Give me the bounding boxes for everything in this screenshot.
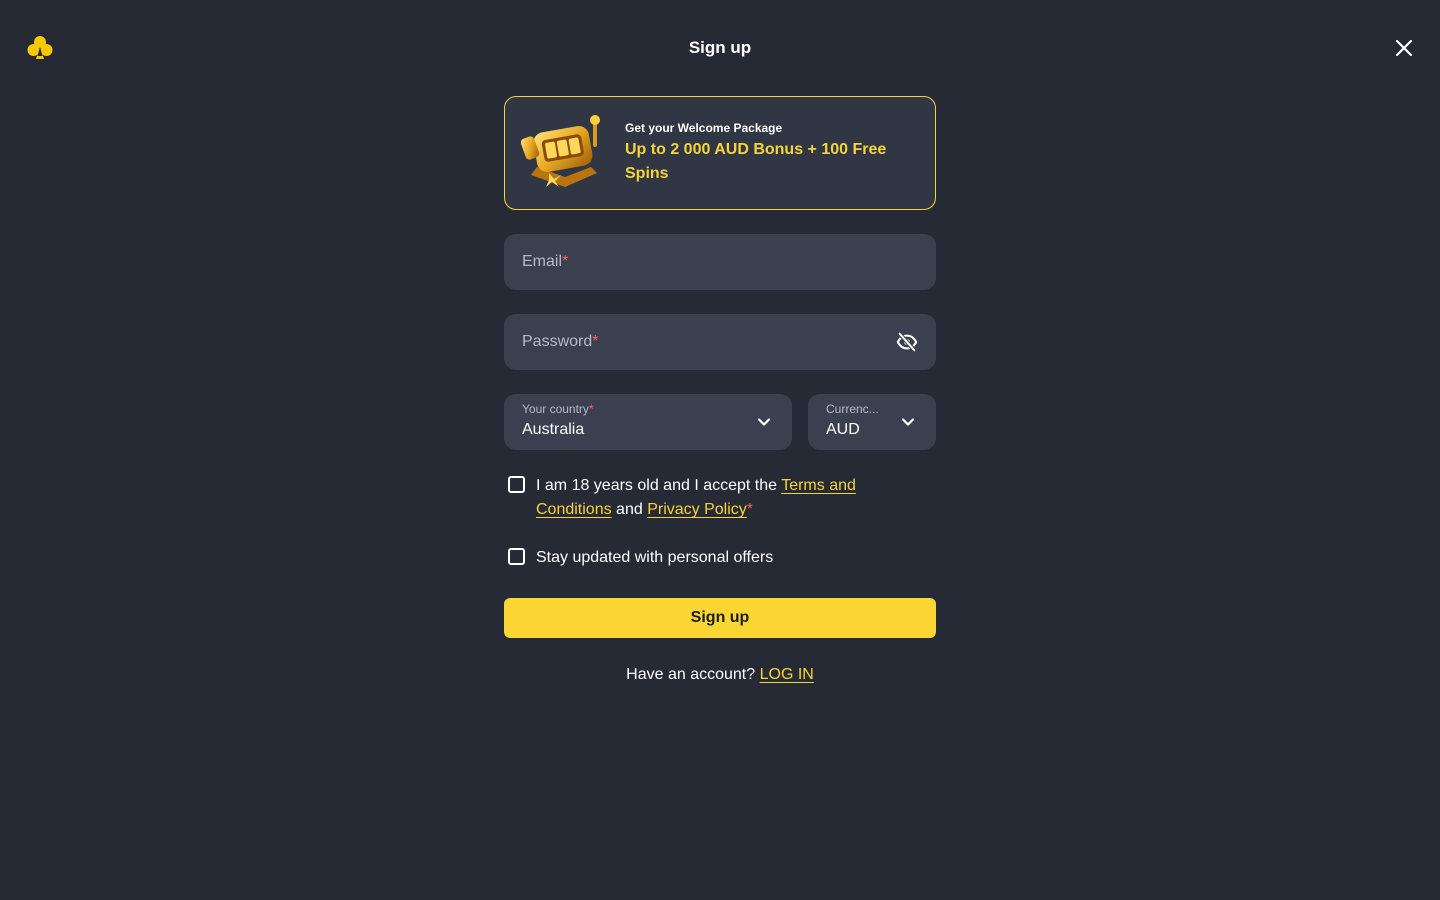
email-field[interactable]: Email* bbox=[504, 234, 936, 290]
country-label: Your country* bbox=[522, 402, 774, 416]
country-currency-row: Your country* Australia Currenc... AUD bbox=[504, 394, 936, 450]
chevron-down-icon bbox=[901, 418, 915, 426]
signup-form: Get your Welcome Package Up to 2 000 AUD… bbox=[504, 96, 936, 686]
offers-checkbox[interactable] bbox=[508, 548, 525, 565]
close-icon[interactable] bbox=[1394, 38, 1414, 58]
terms-text: I am 18 years old and I accept the Terms… bbox=[536, 474, 906, 522]
promo-offer: Up to 2 000 AUD Bonus + 100 Free Spins bbox=[625, 141, 887, 182]
currency-select[interactable]: Currenc... AUD bbox=[808, 394, 936, 450]
country-select[interactable]: Your country* Australia bbox=[504, 394, 792, 450]
password-input[interactable] bbox=[522, 314, 918, 370]
privacy-policy-link[interactable]: Privacy Policy bbox=[647, 501, 747, 518]
country-value: Australia bbox=[522, 421, 585, 438]
offers-consent: Stay updated with personal offers bbox=[508, 546, 936, 570]
chevron-down-icon bbox=[757, 418, 771, 426]
promo-text: Get your Welcome Package Up to 2 000 AUD… bbox=[625, 120, 915, 186]
signup-button[interactable]: Sign up bbox=[504, 598, 936, 638]
welcome-package-banner: Get your Welcome Package Up to 2 000 AUD… bbox=[504, 96, 936, 210]
required-mark: * bbox=[746, 501, 754, 518]
terms-checkbox[interactable] bbox=[508, 476, 525, 493]
eye-off-icon[interactable] bbox=[896, 331, 918, 353]
login-link[interactable]: LOG IN bbox=[760, 666, 814, 683]
password-field[interactable]: Password* bbox=[504, 314, 936, 370]
promo-kicker: Get your Welcome Package bbox=[625, 121, 783, 135]
terms-text-middle: and bbox=[611, 501, 648, 518]
terms-consent: I am 18 years old and I accept the Terms… bbox=[508, 474, 936, 522]
country-label-text: Your country bbox=[522, 402, 589, 416]
offers-text: Stay updated with personal offers bbox=[536, 549, 774, 566]
login-prompt: Have an account? LOG IN bbox=[504, 664, 936, 686]
slot-machine-icon bbox=[521, 115, 600, 187]
terms-text-before: I am 18 years old and I accept the bbox=[536, 477, 782, 494]
email-input[interactable] bbox=[522, 234, 918, 290]
login-prompt-text: Have an account? bbox=[626, 666, 760, 683]
page-title: Sign up bbox=[688, 38, 752, 57]
required-mark: * bbox=[588, 402, 594, 416]
signup-page: Sign up Get your Welcome Package Up to 2… bbox=[0, 0, 1440, 900]
